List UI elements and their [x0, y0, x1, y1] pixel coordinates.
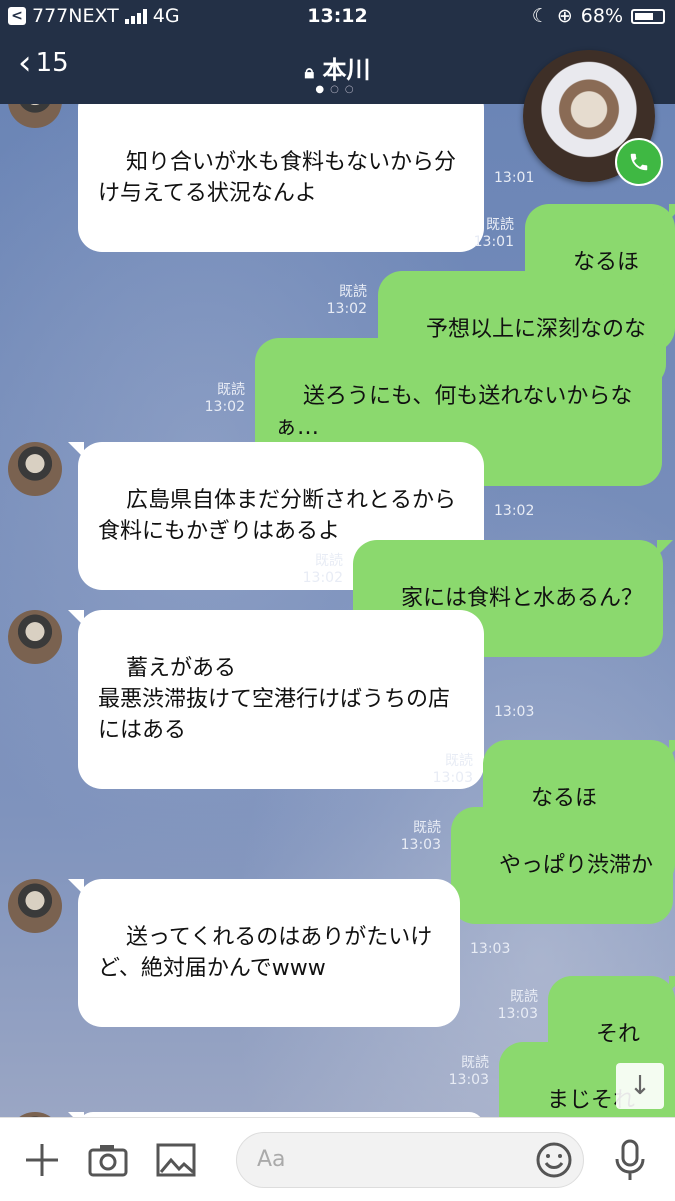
message-meta: 既読 13:03 — [397, 820, 441, 854]
message-bubble-outgoing[interactable]: やっぱり渋滞か — [451, 807, 675, 924]
avatar[interactable] — [8, 879, 62, 933]
moon-icon: ☾ — [531, 5, 549, 27]
message-text: 蓄えがある 最悪渋滞抜けて空港行けばうちの店にはある — [98, 656, 451, 743]
plus-icon[interactable] — [22, 1140, 62, 1180]
message-meta: 既読 13:01 — [470, 217, 514, 251]
avatar[interactable] — [8, 442, 62, 496]
message-time: 13:03 — [448, 1072, 489, 1088]
read-receipt: 既読 — [510, 989, 538, 1005]
message-meta: 既読 13:03 — [494, 989, 538, 1023]
message-meta: 既読 13:02 — [323, 284, 367, 318]
lock-icon: 🔒︎ — [304, 62, 315, 83]
read-receipt: 既読 — [413, 820, 441, 836]
read-receipt: 既読 — [461, 1055, 489, 1071]
battery-icon — [631, 8, 665, 24]
chat-title-text: 本川 — [322, 56, 371, 84]
message-meta: 既読 13:02 — [299, 553, 343, 587]
battery-percent: 68% — [580, 5, 623, 27]
message-time: 13:03 — [497, 1006, 538, 1022]
message-text: やっぱり渋滞か — [498, 853, 653, 878]
message-time: 13:01 — [473, 234, 514, 250]
message-meta: 既読 13:03 — [445, 1055, 489, 1089]
message-meta: 既読 13:02 — [201, 382, 245, 416]
message-text: 知り合いが水も食料もないから分け与えてる状況なんよ — [98, 150, 456, 206]
message-time: 13:02 — [302, 570, 343, 586]
message-bubble-incoming[interactable]: 送ってくれるのはありがたいけど、絶対届かんでwww — [68, 879, 460, 1027]
arrow-down-icon: ↓ — [629, 1071, 651, 1101]
message-bubble-incoming[interactable]: 知り合いが水も食料もないから分け与えてる状況なんよ — [78, 104, 484, 252]
message-time: 13:02 — [326, 301, 367, 317]
message-time: 13:02 — [204, 399, 245, 415]
status-bar: < 777NEXT 4G 13:12 ☾ ⊕ 68% — [0, 0, 675, 34]
read-receipt: 既読 — [445, 753, 473, 769]
emoji-icon[interactable] — [534, 1140, 574, 1180]
message-list[interactable]: 知り合いが水も食料もないから分け与えてる状況なんよ 13:01 なるほど 既読 … — [0, 104, 675, 1117]
message-time: 13:03 — [400, 837, 441, 853]
message-text: 広島県自体まだ分断されとるから食料にもかぎりはあるよ — [98, 488, 456, 544]
microphone-icon[interactable] — [610, 1139, 650, 1180]
read-receipt: 既読 — [315, 553, 343, 569]
avatar[interactable] — [8, 610, 62, 664]
message-time: 13:02 — [494, 503, 535, 519]
phone-icon[interactable] — [615, 138, 663, 186]
message-input-placeholder: Aa — [257, 1147, 286, 1172]
message-text: 家には食料と水あるん？ — [400, 586, 643, 611]
image-icon[interactable] — [156, 1140, 196, 1180]
scroll-down-button[interactable]: ↓ — [616, 1063, 664, 1109]
message-text: 送ってくれるのはありがたいけど、絶対届かんでwww — [98, 925, 433, 981]
camera-icon[interactable] — [88, 1140, 128, 1180]
message-meta: 既読 13:03 — [429, 753, 473, 787]
read-receipt: 既読 — [217, 382, 245, 398]
read-receipt: 既読 — [339, 284, 367, 300]
avatar[interactable] — [8, 104, 62, 128]
message-text: 送ろうにも、何も送れないからなぁ… — [275, 384, 633, 440]
composer-bar: Aa — [0, 1117, 675, 1201]
message-time: 13:01 — [494, 170, 535, 186]
message-time: 13:03 — [470, 941, 511, 957]
message-time: 13:03 — [494, 704, 535, 720]
message-time: 13:03 — [432, 770, 473, 786]
read-receipt: 既読 — [486, 217, 514, 233]
message-input[interactable]: Aa — [236, 1132, 584, 1188]
message-bubble-incoming[interactable]: 蓄えがある 最悪渋滞抜けて空港行けばうちの店にはある — [68, 610, 484, 789]
rotation-lock-icon: ⊕ — [556, 5, 573, 27]
